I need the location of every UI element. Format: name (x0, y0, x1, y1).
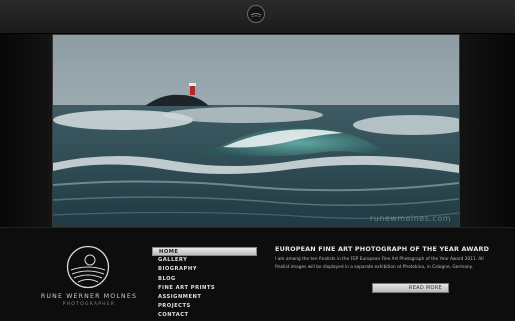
circle-wave-logo-icon[interactable] (66, 245, 110, 289)
news-title: EUROPEAN FINE ART PHOTOGRAPH OF THE YEAR… (275, 245, 490, 253)
photo-stage: runewmolnes.com (0, 34, 515, 227)
read-more-button[interactable]: READ MORE (372, 283, 449, 293)
top-bar (0, 0, 515, 34)
brand-name: RUNE WERNER MOLNES (40, 293, 138, 300)
nav-item-contact[interactable]: CONTACT (152, 311, 257, 320)
nav-item-fine-art-prints[interactable]: FINE ART PRINTS (152, 284, 257, 293)
nav-item-blog[interactable]: BLOG (152, 275, 257, 284)
nav-item-gallery[interactable]: GALLERY (152, 256, 257, 265)
main-nav: HOME GALLERY BIOGRAPHY BLOG FINE ART PRI… (152, 247, 257, 321)
nav-item-assignment[interactable]: ASSIGNMENT (152, 293, 257, 302)
brand-role: PHOTOGRAPHER (62, 302, 116, 307)
nav-item-home[interactable]: HOME (152, 247, 257, 257)
nav-item-biography[interactable]: BIOGRAPHY (152, 265, 257, 274)
news-body: I am among the ten finalists in the FEP … (275, 257, 484, 270)
nav-item-projects[interactable]: PROJECTS (152, 302, 257, 311)
circle-wave-logo-icon[interactable] (247, 5, 265, 23)
photo-watermark: runewmolnes.com (369, 214, 451, 223)
storm-waves-lighthouse-photo: runewmolnes.com (52, 34, 460, 227)
